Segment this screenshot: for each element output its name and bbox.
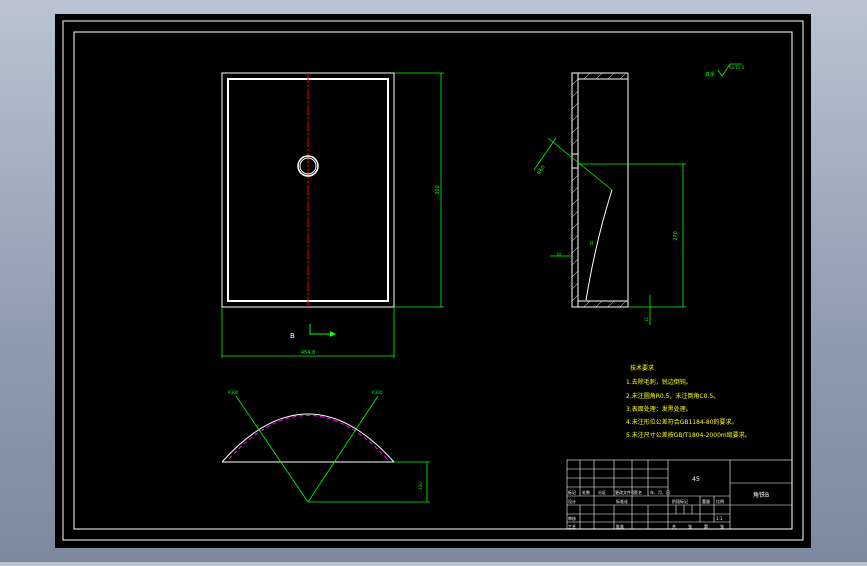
tb-mid-label: 标准化 <box>616 498 628 504</box>
dim-front-width: 454.8 <box>301 350 315 356</box>
side-dim-height: 270 <box>673 231 679 241</box>
cad-viewport: 300 454.8 B R60 R 30 270 12 其余 Ra 12.5 R… <box>0 0 867 562</box>
tb-sheet-label: 第 <box>704 523 708 529</box>
section-label: B <box>290 332 295 340</box>
tech-req-item: 2.未注圆角R0.5，未注倒角C0.5。 <box>626 392 719 400</box>
tb-row-label: 处数 <box>582 489 590 495</box>
tb-sheet-label: 张 <box>720 523 724 529</box>
tb-row-label: 签名 <box>634 489 642 495</box>
tb-stage-label: 阶段标记 <box>672 498 688 504</box>
side-dim-small: 30 <box>556 252 562 257</box>
tb-row-label: 更改文件号 <box>615 489 635 495</box>
tech-req-item: 4.未注形位公差符合GB1184-80的要求。 <box>626 418 738 426</box>
tb-row-label: 标记 <box>568 489 576 495</box>
tb-left-label: 设计 <box>568 498 576 504</box>
bottom-dim-height: 110 <box>418 482 423 490</box>
tech-req-item: 1.去除毛刺，锐边倒钝。 <box>626 378 692 386</box>
bottom-radius-right-label: R300 <box>372 390 383 395</box>
side-dim-angle: R <box>590 241 594 247</box>
tb-sheet-label: 共 <box>672 523 676 529</box>
tb-part-name: 角铁B <box>753 491 769 499</box>
tech-req-item: 5.未注尺寸公差按GB/T1804-2000m级要求。 <box>626 431 751 439</box>
tb-row-label: 分区 <box>598 489 606 495</box>
tb-left-label: 审核 <box>568 515 576 521</box>
surface-finish-label: 其余 <box>705 71 715 78</box>
dim-front-height: 300 <box>435 185 441 195</box>
tb-material: 45 <box>692 476 700 483</box>
drawing-sheet: 300 454.8 B R60 R 30 270 12 其余 Ra 12.5 R… <box>55 14 811 548</box>
side-hole <box>571 153 579 169</box>
tech-req-item: 3.表面处理：发黑处理。 <box>626 405 692 413</box>
tb-row-label: 年、月、日 <box>650 489 670 495</box>
surface-finish-value: Ra 12.5 <box>729 65 745 70</box>
tech-req-title: 技术要求 <box>630 364 654 372</box>
bottom-radius-left-label: R300 <box>228 390 239 395</box>
tb-sheet-label: 张 <box>688 523 692 529</box>
tb-scale-value: 1:1 <box>716 516 723 521</box>
side-dim-bottom: 12 <box>644 316 649 322</box>
tb-weight-label: 重量 <box>702 498 710 504</box>
tb-left-label: 工艺 <box>568 524 576 529</box>
drawing-background <box>55 14 811 548</box>
tb-mid-label: 批准 <box>616 523 624 529</box>
tb-scale-label: 比例 <box>716 498 724 504</box>
